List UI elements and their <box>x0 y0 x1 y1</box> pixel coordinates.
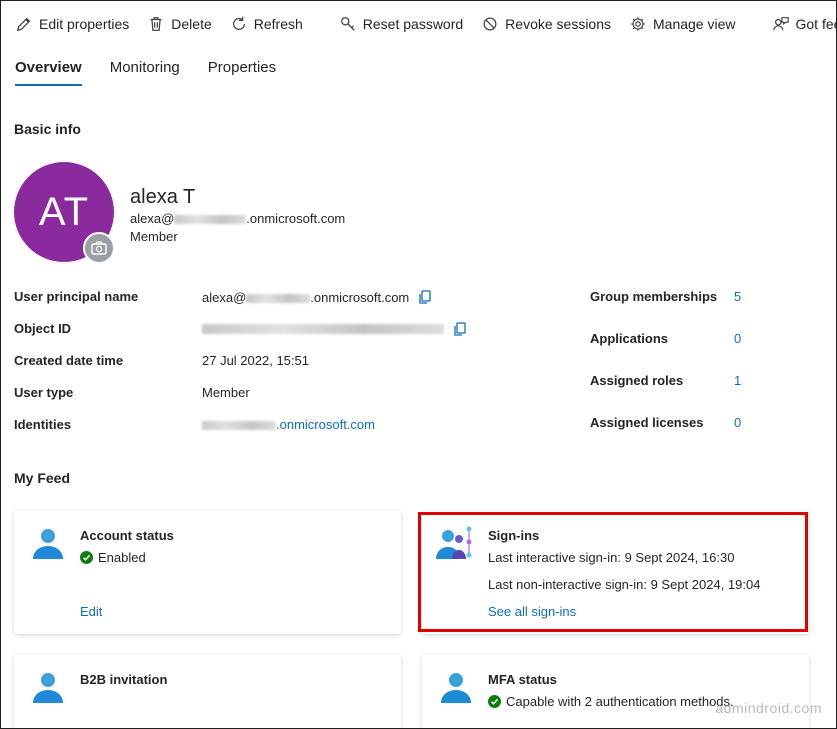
watermark: admindroid.com <box>715 700 822 716</box>
manage-view-label: Manage view <box>653 16 736 32</box>
highlight-box <box>418 512 808 632</box>
block-icon <box>483 17 497 31</box>
user-icon <box>33 673 63 703</box>
mfa-status-card: MFA status Capable with 2 authentication… <box>422 655 809 728</box>
mfa-status-title: MFA status <box>488 672 557 687</box>
key-icon <box>340 17 355 31</box>
edit-account-status-link[interactable]: Edit <box>80 604 102 619</box>
user-type-label: User type <box>14 385 74 400</box>
feedback-button[interactable]: Got feedback? <box>772 15 837 33</box>
copy-upn-button[interactable] <box>417 289 433 305</box>
tab-monitoring[interactable]: Monitoring <box>110 59 180 86</box>
assigned-roles-label: Assigned roles <box>590 373 684 388</box>
group-memberships-label: Group memberships <box>590 289 718 304</box>
tab-bar: Overview Monitoring Properties <box>15 59 276 86</box>
pencil-icon <box>16 17 31 32</box>
upn-label: User principal name <box>14 289 139 304</box>
edit-properties-label: Edit properties <box>39 16 130 32</box>
b2b-invitation-title: B2B invitation <box>80 672 168 687</box>
feedback-icon <box>772 17 789 31</box>
redacted-text <box>246 293 311 303</box>
tab-properties[interactable]: Properties <box>208 59 276 86</box>
user-role: Member <box>130 229 178 244</box>
identities-link[interactable]: .onmicrosoft.com <box>202 417 375 432</box>
created-label: Created date time <box>14 353 124 368</box>
email-suffix: .onmicrosoft.com <box>246 211 346 226</box>
revoke-sessions-label: Revoke sessions <box>505 16 611 32</box>
basic-info-heading: Basic info <box>14 121 81 137</box>
delete-button[interactable]: Delete <box>147 15 212 33</box>
refresh-label: Refresh <box>253 16 303 32</box>
reset-password-label: Reset password <box>362 16 464 32</box>
my-feed-heading: My Feed <box>14 470 71 486</box>
group-memberships-count[interactable]: 5 <box>734 289 741 304</box>
manage-view-button[interactable]: Manage view <box>629 15 736 33</box>
account-status-card: Account status Enabled Edit <box>14 511 401 634</box>
change-photo-button[interactable] <box>83 232 115 264</box>
check-icon <box>488 695 501 708</box>
upn-suffix: .onmicrosoft.com <box>310 289 410 305</box>
account-status-text: Enabled <box>98 550 146 565</box>
edit-properties-button[interactable]: Edit properties <box>15 15 129 33</box>
upn-prefix: alexa@ <box>202 289 247 305</box>
b2b-invitation-card: B2B invitation <box>14 655 401 728</box>
assigned-roles-count[interactable]: 1 <box>734 373 741 388</box>
copy-object-id-button[interactable] <box>452 321 468 337</box>
check-icon <box>80 551 93 564</box>
user-email: alexa@ .onmicrosoft.com <box>130 211 345 226</box>
refresh-icon <box>232 16 245 30</box>
revoke-sessions-button[interactable]: Revoke sessions <box>481 15 611 33</box>
identities-suffix: .onmicrosoft.com <box>276 417 375 432</box>
command-bar: Edit properties Delete Refresh Reset pas… <box>1 1 836 47</box>
camera-icon <box>91 241 107 255</box>
account-status-title: Account status <box>80 528 174 543</box>
user-icon <box>33 529 63 559</box>
avatar-initials: AT <box>38 189 90 234</box>
object-id-label: Object ID <box>14 321 72 336</box>
delete-label: Delete <box>171 16 212 32</box>
user-overview-window: Edit properties Delete Refresh Reset pas… <box>0 0 837 729</box>
mfa-status-value: Capable with 2 authentication methods. <box>488 694 734 709</box>
copy-icon <box>454 322 466 336</box>
applications-count[interactable]: 0 <box>734 331 741 346</box>
created-value: 27 Jul 2022, 15:51 <box>202 353 309 368</box>
refresh-button[interactable]: Refresh <box>230 15 303 33</box>
reset-password-button[interactable]: Reset password <box>339 15 463 33</box>
feedback-label: Got feedback? <box>795 16 837 32</box>
redacted-text <box>174 215 247 225</box>
redacted-text <box>202 421 276 431</box>
tab-overview[interactable]: Overview <box>15 59 82 86</box>
user-icon <box>441 673 471 703</box>
trash-icon <box>150 17 162 31</box>
object-id-value <box>202 321 468 337</box>
redacted-object-id <box>202 324 444 334</box>
upn-value: alexa@ .onmicrosoft.com <box>202 289 433 305</box>
gear-icon <box>631 17 645 31</box>
user-display-name: alexa T <box>130 186 196 208</box>
assigned-licenses-count[interactable]: 0 <box>734 415 741 430</box>
email-prefix: alexa@ <box>130 211 175 226</box>
mfa-status-text: Capable with 2 authentication methods. <box>506 694 734 709</box>
applications-label: Applications <box>590 331 669 346</box>
assigned-licenses-label: Assigned licenses <box>590 415 704 430</box>
user-type-value: Member <box>202 385 250 400</box>
identities-label: Identities <box>14 417 72 432</box>
account-status-value: Enabled <box>80 550 146 565</box>
copy-icon <box>419 290 431 304</box>
